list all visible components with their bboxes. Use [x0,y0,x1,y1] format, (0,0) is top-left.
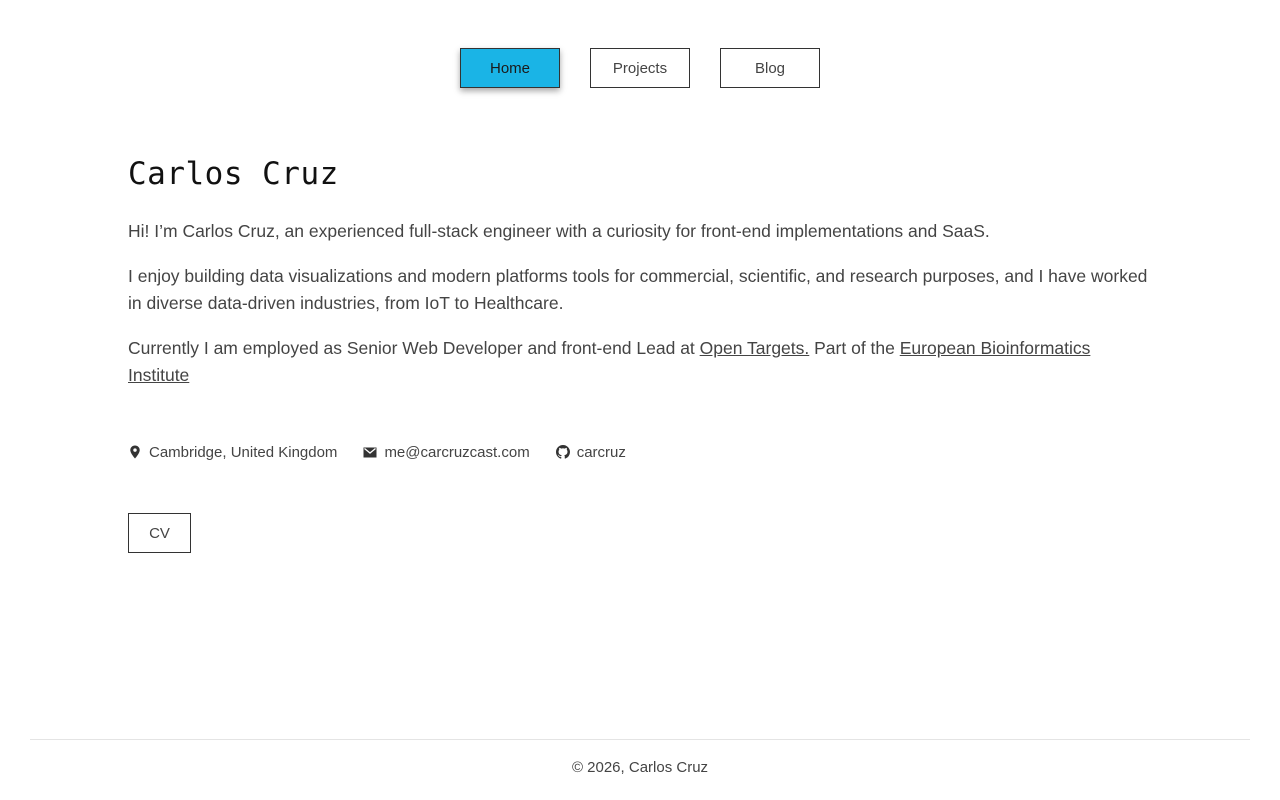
page-title: Carlos Cruz [128,156,339,192]
footer-copyright: © 2026, Carlos Cruz [571,759,709,776]
main-content: Carlos Cruz Hi! I’m Carlos Cruz, an expe… [128,150,1152,553]
open-targets-link[interactable]: Open Targets. [700,338,810,358]
nav-home-button[interactable]: Home [460,48,560,88]
nav-blog-button[interactable]: Blog [720,48,820,88]
github-icon [555,445,570,459]
email-text[interactable]: me@carcruzcast.com [384,444,529,461]
contact-email[interactable]: me@carcruzcast.com [363,444,530,461]
intro-paragraph-3: Currently I am employed as Senior Web De… [128,335,1152,389]
intro-paragraph-1: Hi! I’m Carlos Cruz, an experienced full… [128,221,990,241]
page: Home Projects Blog Carlos Cruz Hi! I’m C… [0,0,1280,800]
nav-projects-button[interactable]: Projects [590,48,690,88]
footer-divider [30,739,1250,740]
contact-location: Cambridge, United Kingdom [128,444,337,461]
main-nav: Home Projects Blog [0,48,1280,88]
contact-github[interactable]: carcruz [555,444,626,461]
cv-button[interactable]: CV [128,513,191,553]
intro-3-middle: Part of the [809,338,900,358]
intro-paragraph-2: I enjoy building data visualizations and… [128,266,1148,313]
location-pin-icon [128,445,142,459]
intro-3-prefix: Currently I am employed as Senior Web De… [128,338,700,358]
mail-icon [363,445,377,459]
location-text: Cambridge, United Kingdom [149,443,338,461]
contact-list: Cambridge, United Kingdom me@carcruzcast… [128,440,1152,464]
github-text[interactable]: carcruz [577,444,626,461]
